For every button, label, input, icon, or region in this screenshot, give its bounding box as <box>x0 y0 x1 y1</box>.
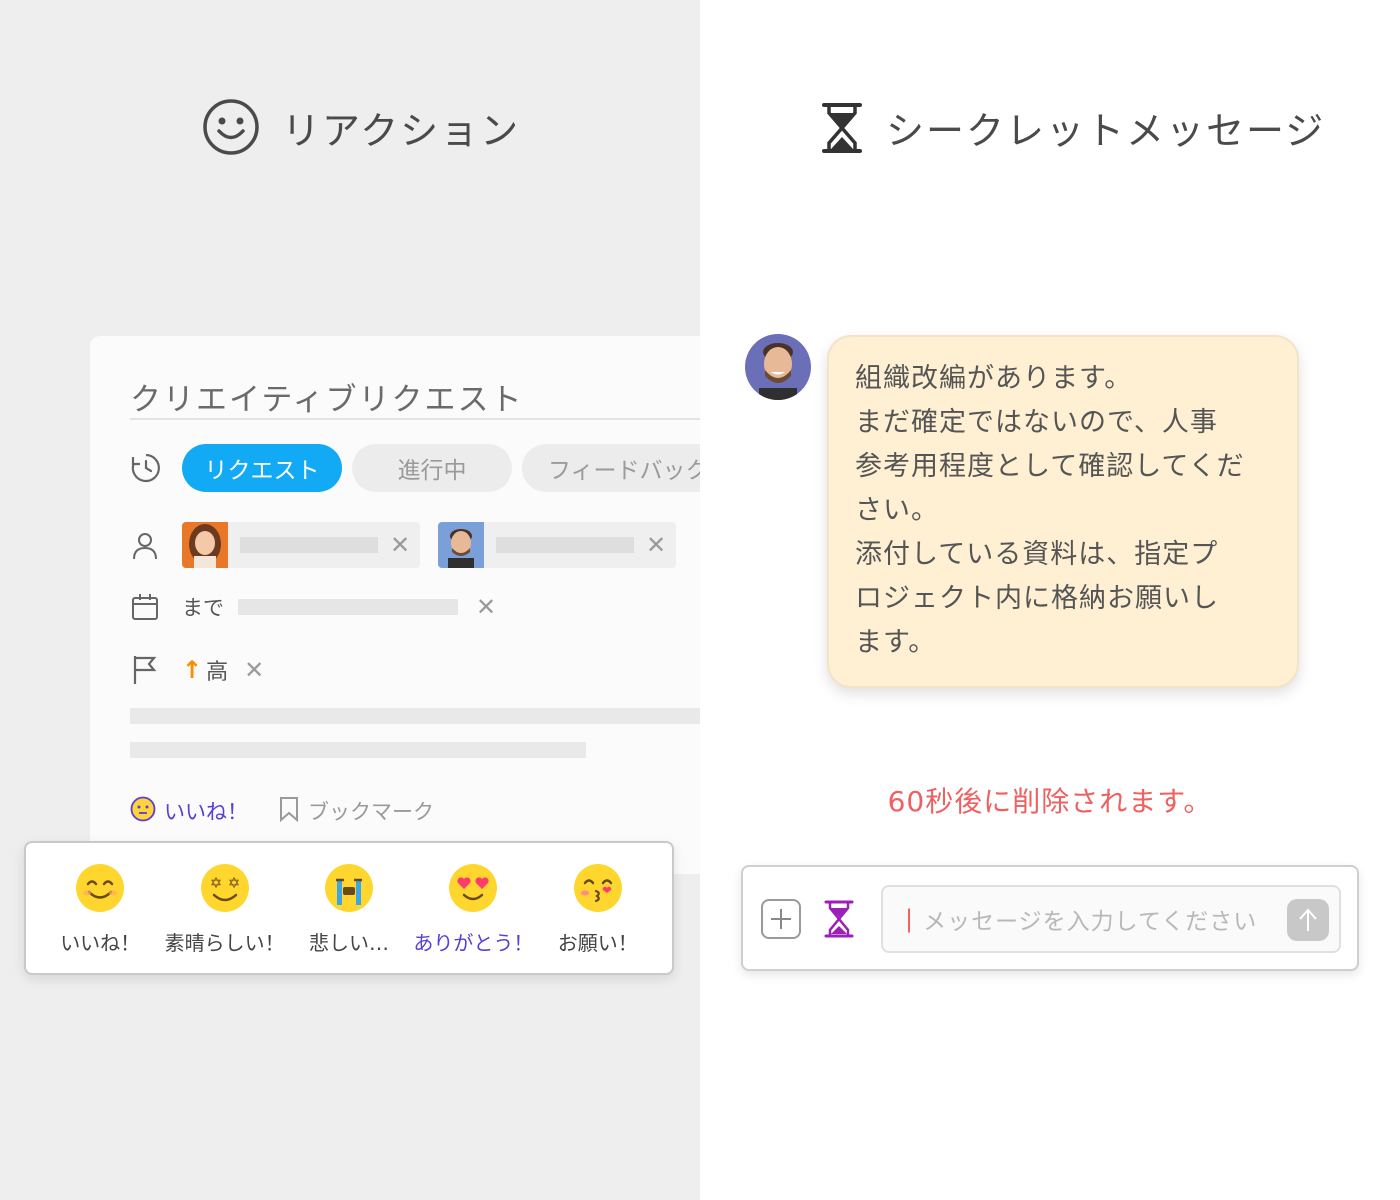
secret-timer-toggle-icon[interactable] <box>823 899 855 943</box>
add-attachment-button[interactable] <box>761 899 801 939</box>
message-composer: | メッセージを入力してください <box>741 865 1359 971</box>
secret-message-panel: シークレットメッセージ 組織改編があります。 まだ確定ではないので、人事 参考用… <box>700 0 1400 1200</box>
clear-priority-icon[interactable]: ✕ <box>244 658 264 682</box>
arrow-up-icon: ↑ <box>182 656 203 684</box>
hourglass-icon <box>820 101 864 155</box>
calendar-icon <box>130 592 160 626</box>
svg-text:✡: ✡ <box>209 874 222 892</box>
bookmark-button[interactable]: ブックマーク <box>308 796 434 826</box>
message-line: 参考用程度として確認してくだ <box>855 451 1245 482</box>
due-label: まで <box>182 596 224 620</box>
message-input[interactable]: | メッセージを入力してください <box>881 885 1341 953</box>
reaction-label: 素晴らしい！ <box>164 931 285 955</box>
secret-feature-header: シークレットメッセージ <box>820 100 1325 155</box>
flag-icon <box>130 654 160 690</box>
message-input-placeholder: メッセージを入力してください <box>923 909 1258 935</box>
secret-feature-title: シークレットメッセージ <box>886 109 1326 153</box>
reaction-feature-title: リアクション <box>282 108 521 153</box>
text-caret: | <box>905 905 914 933</box>
task-card: クリエイティブリクエスト リクエスト 進行中 フィードバック ✕ ✕ まで ✕ … <box>90 336 700 874</box>
assignee-chip[interactable]: ✕ <box>438 522 676 568</box>
delete-timer-notice: 60秒後に削除されます。 <box>887 785 1213 818</box>
reaction-like[interactable]: いいね！ <box>40 843 160 956</box>
smile-emoji-icon <box>75 863 125 913</box>
smiley-icon <box>202 98 260 156</box>
reaction-please[interactable]: お願い！ <box>538 843 658 956</box>
message-line: 添付している資料は、指定プ <box>855 539 1219 570</box>
task-title: クリエイティブリクエスト <box>130 382 524 418</box>
kiss-emoji-icon <box>573 863 623 913</box>
remove-assignee-icon[interactable]: ✕ <box>646 533 666 557</box>
crying-emoji-icon <box>324 863 374 913</box>
reaction-panel: リアクション クリエイティブリクエスト リクエスト 進行中 フィードバック ✕ … <box>0 0 700 1200</box>
reaction-thanks[interactable]: ありがとう！ <box>413 843 533 956</box>
send-button[interactable] <box>1287 899 1329 941</box>
like-button[interactable]: いいね！ <box>164 796 248 826</box>
assignee-name-placeholder <box>496 537 634 553</box>
remove-assignee-icon[interactable]: ✕ <box>390 533 410 557</box>
due-date-row[interactable]: まで ✕ <box>182 592 496 622</box>
reaction-sad[interactable]: 悲しい… <box>289 843 409 956</box>
status-chip-feedback[interactable]: フィードバック <box>522 444 700 492</box>
description-placeholder-line <box>130 742 586 758</box>
avatar <box>182 522 228 568</box>
assignee-chip[interactable]: ✕ <box>182 522 420 568</box>
star-eyes-emoji-icon: ✡ ✡ <box>200 863 250 913</box>
due-date-placeholder <box>238 599 458 615</box>
status-clock-icon <box>130 452 162 488</box>
message-line: さい。 <box>855 495 939 526</box>
message-line: ロジェクト内に格納お願いし <box>855 583 1219 614</box>
description-placeholder-line <box>130 708 700 724</box>
message-line: まだ確定ではないので、人事 <box>855 407 1218 438</box>
like-emoji-icon <box>130 796 156 826</box>
reaction-label: お願い！ <box>557 931 638 955</box>
status-chip-in-progress[interactable]: 進行中 <box>352 444 512 492</box>
bookmark-icon[interactable] <box>278 796 300 826</box>
message-line: 組織改編があります。 <box>855 363 1133 394</box>
svg-text:✡: ✡ <box>227 874 240 892</box>
title-divider <box>130 418 700 420</box>
priority-row[interactable]: ↑ 高 ✕ <box>182 654 264 686</box>
avatar <box>745 334 811 400</box>
reaction-great[interactable]: ✡ ✡ 素晴らしい！ <box>165 843 285 956</box>
reaction-picker: いいね！ ✡ ✡ 素晴らしい！ 悲しい… ありがとう！ お願い！ <box>24 841 674 975</box>
priority-label: 高 <box>206 660 229 685</box>
message-line: ます。 <box>855 627 937 658</box>
status-chips: リクエスト 進行中 フィードバック <box>182 444 700 492</box>
assignee-name-placeholder <box>240 537 378 553</box>
arrow-up-icon <box>1299 908 1317 931</box>
assignee-list: ✕ ✕ <box>182 522 676 568</box>
reaction-label: 悲しい… <box>308 931 389 955</box>
plus-icon <box>771 909 791 929</box>
reaction-label: いいね！ <box>60 931 141 955</box>
reaction-label: ありがとう！ <box>413 931 534 955</box>
reaction-feature-header: リアクション <box>202 98 520 156</box>
chat-message-bubble: 組織改編があります。 まだ確定ではないので、人事 参考用程度として確認してくだ … <box>827 335 1299 688</box>
heart-eyes-emoji-icon <box>448 863 498 913</box>
avatar <box>438 522 484 568</box>
clear-due-date-icon[interactable]: ✕ <box>476 595 496 619</box>
status-chip-request[interactable]: リクエスト <box>182 444 342 492</box>
card-actions: いいね！ ブックマーク <box>130 796 434 826</box>
person-icon <box>130 531 160 565</box>
